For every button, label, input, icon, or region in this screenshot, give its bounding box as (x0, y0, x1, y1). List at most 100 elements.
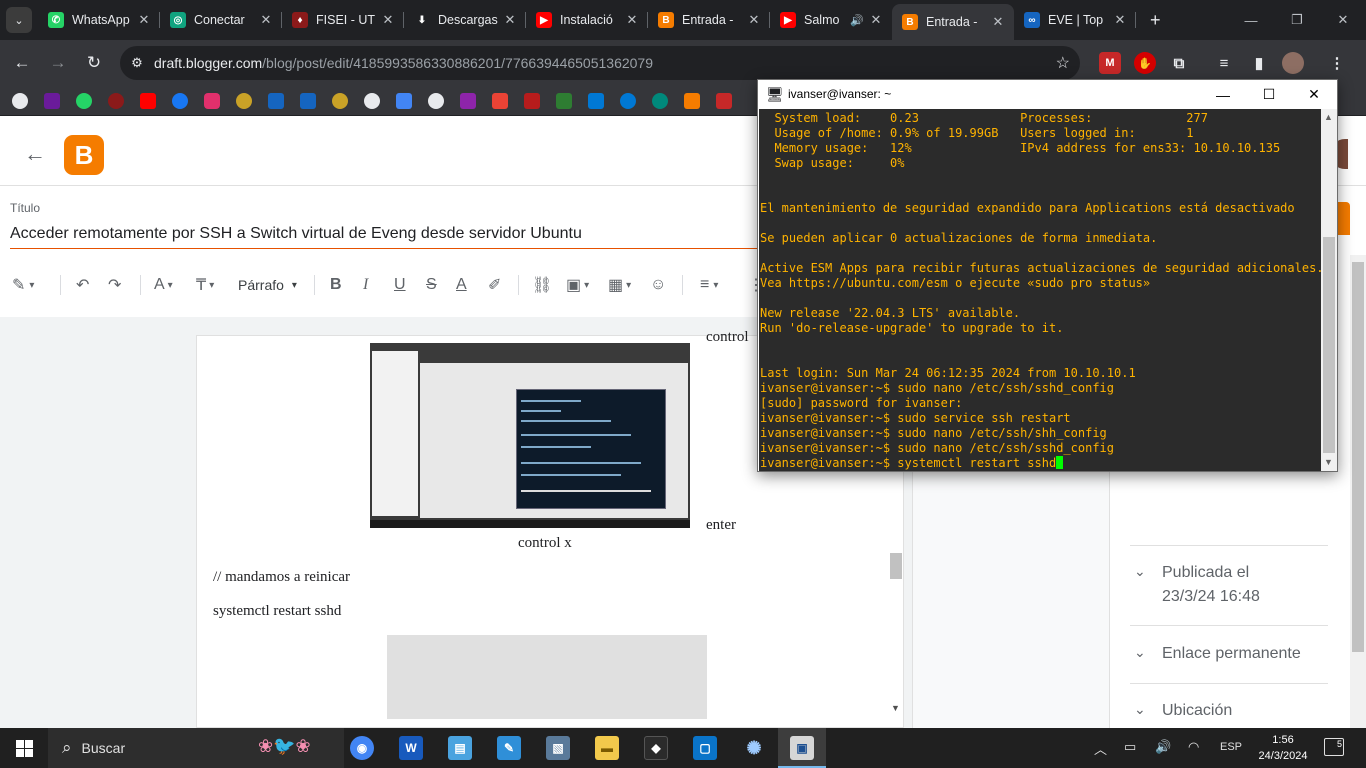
bookmark-icon[interactable] (108, 93, 124, 109)
volume-icon[interactable]: 🔊 (1155, 739, 1171, 755)
close-button[interactable]: ✕ (1320, 0, 1366, 40)
chrome-icon[interactable]: ◉ (350, 736, 374, 760)
bookmark-icon[interactable] (460, 93, 476, 109)
terminal-scrollbar[interactable]: ▲ ▼ (1321, 109, 1337, 471)
putty-minimize-button[interactable]: — (1200, 80, 1246, 109)
browser-tab[interactable]: ▶ Salmo 🔊 ✕ (770, 0, 892, 40)
underline-icon[interactable]: U (394, 275, 406, 295)
bookmark-icon[interactable] (172, 93, 188, 109)
terminal-output[interactable]: System load: 0.23 Processes: 277 Usage o… (759, 109, 1321, 471)
vmware-icon[interactable]: ▢ (693, 736, 717, 760)
bookmark-icon[interactable] (556, 93, 572, 109)
permalink-setting[interactable]: ⌄ Enlace permanente (1134, 642, 1301, 666)
taskbar-search[interactable]: ⌕ Buscar ❀🐦❀ (48, 728, 344, 768)
clock[interactable]: 1:56 24/3/2024 (1258, 732, 1308, 764)
browser-tab[interactable]: B Entrada - ✕ (892, 4, 1014, 40)
bookmark-icon[interactable] (428, 93, 444, 109)
side-panel-icon[interactable]: ▮ (1248, 52, 1270, 74)
location-setting[interactable]: ⌄ Ubicación (1134, 699, 1232, 723)
photos-icon[interactable]: ▧ (546, 736, 570, 760)
undo-icon[interactable]: ↶ (76, 275, 89, 295)
browser-tab[interactable]: ♦ FISEI - UT ✕ (282, 0, 404, 40)
published-date-setting[interactable]: ⌄ Publicada el 23/3/24 16:48 (1134, 561, 1260, 609)
browser-tab[interactable]: ✆ WhatsApp ✕ (38, 0, 160, 40)
back-button[interactable]: ← (10, 51, 34, 75)
bookmark-icon[interactable] (364, 93, 380, 109)
redo-icon[interactable]: ↷ (108, 275, 121, 295)
restore-button[interactable]: ❐ (1274, 0, 1320, 40)
tab-audio-icon[interactable]: 🔊 (850, 14, 864, 27)
extension-icon[interactable]: M (1099, 52, 1121, 74)
putty-icon[interactable]: 🖥 (766, 86, 784, 103)
bookmark-icon[interactable] (12, 93, 28, 109)
bookmark-icon[interactable] (396, 93, 412, 109)
post-screenshot-image[interactable] (370, 343, 690, 528)
tab-close-icon[interactable]: ✕ (136, 12, 152, 28)
tab-close-icon[interactable]: ✕ (624, 12, 640, 28)
profile-avatar[interactable] (1282, 52, 1304, 74)
putty-maximize-button[interactable]: ☐ (1246, 80, 1292, 109)
tab-close-icon[interactable]: ✕ (868, 12, 884, 28)
post-title-input[interactable]: Acceder remotamente por SSH a Switch vir… (10, 225, 582, 243)
tab-close-icon[interactable]: ✕ (380, 12, 396, 28)
menu-icon[interactable]: ⋮ (1326, 52, 1348, 74)
bookmark-icon[interactable] (268, 93, 284, 109)
tab-search-button[interactable]: ⌄ (6, 7, 32, 33)
tab-close-icon[interactable]: ✕ (502, 12, 518, 28)
browser-tab[interactable]: ◎ Conectar ✕ (160, 0, 282, 40)
bookmark-icon[interactable] (76, 93, 92, 109)
bookmark-icon[interactable] (620, 93, 636, 109)
bookmark-icon[interactable] (588, 93, 604, 109)
address-bar[interactable]: ⚙ draft.blogger.com/blog/post/edit/41859… (120, 46, 1080, 80)
image-icon[interactable]: ▣ ▾ (566, 275, 589, 295)
terminal-scrollbar-thumb[interactable] (1323, 237, 1335, 453)
link-icon[interactable]: ⛓ (532, 275, 552, 295)
notepad-icon[interactable]: ▤ (448, 736, 472, 760)
bookmark-icon[interactable] (524, 93, 540, 109)
browser-tab[interactable]: ∞ EVE | Top ✕ (1014, 0, 1136, 40)
tab-close-icon[interactable]: ✕ (258, 12, 274, 28)
back-arrow-icon[interactable]: ← (24, 141, 46, 167)
file-explorer-icon[interactable]: ▬ (595, 736, 619, 760)
word-icon[interactable]: W (399, 736, 423, 760)
browser-tab[interactable]: ⬇ Descargas ✕ (404, 0, 526, 40)
putty-titlebar[interactable]: 🖥 ivanser@ivanser: ~ — ☐ ✕ (758, 80, 1337, 109)
bookmark-icon[interactable] (204, 93, 220, 109)
bookmark-icon[interactable] (332, 93, 348, 109)
show-hidden-icons[interactable]: ︿ (1094, 739, 1107, 758)
paragraph-dropdown[interactable]: Párrafo ▾ (238, 275, 297, 295)
page-scrollbar-thumb[interactable] (1352, 262, 1364, 652)
bookmark-star-icon[interactable]: ☆ (1056, 53, 1070, 73)
italic-icon[interactable]: I (363, 275, 368, 295)
font-size-icon[interactable]: ₸ ▾ (196, 275, 214, 295)
align-icon[interactable]: ≡ ▾ (700, 275, 718, 295)
reload-button[interactable]: ↻ (82, 51, 106, 75)
browser-tab[interactable]: ▶ Instalació ✕ (526, 0, 648, 40)
notification-center-button[interactable]: 5 (1324, 738, 1344, 756)
font-icon[interactable]: A ▾ (154, 275, 173, 295)
text-color-icon[interactable]: A (456, 275, 467, 295)
video-icon[interactable]: ▦ ▾ (608, 275, 631, 295)
scroll-down-arrow[interactable]: ▼ (891, 703, 900, 713)
start-button[interactable] (0, 728, 48, 768)
battery-icon[interactable]: ▭ (1124, 739, 1136, 755)
bookmark-icon[interactable] (652, 93, 668, 109)
puzzle-icon[interactable]: ⧉ (1168, 52, 1190, 74)
extension-icon[interactable]: ✋ (1134, 52, 1156, 74)
network-app-icon[interactable]: ✺ (742, 736, 766, 760)
browser-tab[interactable]: B Entrada - ✕ (648, 0, 770, 40)
app-icon[interactable]: ◆ (644, 736, 668, 760)
editor-scrollbar-thumb[interactable] (890, 553, 902, 579)
media-control-icon[interactable]: ≡ (1213, 52, 1235, 74)
tab-close-icon[interactable]: ✕ (990, 14, 1006, 30)
minimize-button[interactable]: — (1228, 0, 1274, 40)
scroll-up-arrow[interactable]: ▲ (1324, 112, 1333, 122)
bold-icon[interactable]: B (330, 275, 342, 295)
language-indicator[interactable]: ESP (1220, 741, 1242, 753)
tab-close-icon[interactable]: ✕ (1112, 12, 1128, 28)
putty-taskbar-icon[interactable]: ▣ (790, 736, 814, 760)
wifi-icon[interactable]: ◠ (1188, 739, 1199, 755)
strikethrough-icon[interactable]: S (426, 275, 437, 295)
putty-close-button[interactable]: ✕ (1291, 80, 1337, 109)
bookmark-icon[interactable] (140, 93, 156, 109)
